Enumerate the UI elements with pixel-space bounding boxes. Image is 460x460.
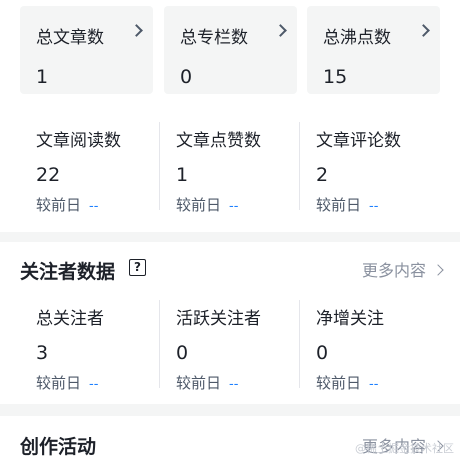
metric-value: 22 [36, 164, 61, 186]
metric-value: 1 [176, 164, 189, 186]
stats-panel: 总文章数 1 总专栏数 0 总沸点数 15 文章阅读数 22 较前日 -- 文章点… [0, 0, 460, 232]
compare-value: -- [89, 377, 99, 392]
metric-value: 2 [316, 164, 329, 186]
compare-value: -- [89, 199, 99, 214]
total-pins-card[interactable]: 总沸点数 15 [307, 6, 440, 94]
stat-value: 1 [36, 66, 49, 88]
total-articles-card[interactable]: 总文章数 1 [20, 6, 153, 94]
watermark: @稀土掘金技术社区 [355, 442, 454, 455]
metric-compare: 较前日 -- [36, 374, 99, 392]
metric-compare: 较前日 -- [316, 374, 379, 392]
divider [159, 300, 160, 388]
follower-data-section: 关注者数据 ? 更多内容 总关注者 3 较前日 -- 活跃关注者 0 较前日 -- … [0, 242, 460, 404]
chevron-right-icon [130, 24, 143, 37]
metric-label: 净增关注 [316, 309, 384, 329]
stat-label: 总专栏数 [180, 28, 248, 48]
metric-value: 0 [176, 342, 189, 364]
stat-label: 总文章数 [36, 28, 104, 48]
stat-value: 0 [180, 66, 193, 88]
divider [299, 122, 300, 210]
metric-label: 文章评论数 [316, 131, 401, 151]
compare-value: -- [229, 199, 239, 214]
chevron-right-icon [417, 24, 430, 37]
chevron-right-icon [274, 24, 287, 37]
chevron-right-icon [432, 264, 444, 276]
section-title: 创作活动 [20, 436, 97, 458]
compare-value: -- [369, 199, 379, 214]
metric-label: 文章点赞数 [176, 131, 261, 151]
stat-value: 15 [323, 66, 348, 88]
metric-value: 0 [316, 342, 329, 364]
help-icon[interactable]: ? [129, 259, 146, 276]
metric-label: 文章阅读数 [36, 131, 121, 151]
metric-label: 总关注者 [36, 309, 104, 329]
compare-value: -- [369, 377, 379, 392]
metric-value: 3 [36, 342, 49, 364]
section-title: 关注者数据 [20, 261, 116, 283]
metric-compare: 较前日 -- [176, 374, 239, 392]
metric-label: 活跃关注者 [176, 309, 261, 329]
divider [299, 300, 300, 388]
metric-compare: 较前日 -- [316, 196, 379, 214]
divider [159, 122, 160, 210]
metric-compare: 较前日 -- [176, 196, 239, 214]
more-content-link[interactable]: 更多内容 [362, 257, 444, 281]
stat-label: 总沸点数 [323, 28, 391, 48]
total-columns-card[interactable]: 总专栏数 0 [164, 6, 297, 94]
compare-value: -- [229, 377, 239, 392]
metric-compare: 较前日 -- [36, 196, 99, 214]
